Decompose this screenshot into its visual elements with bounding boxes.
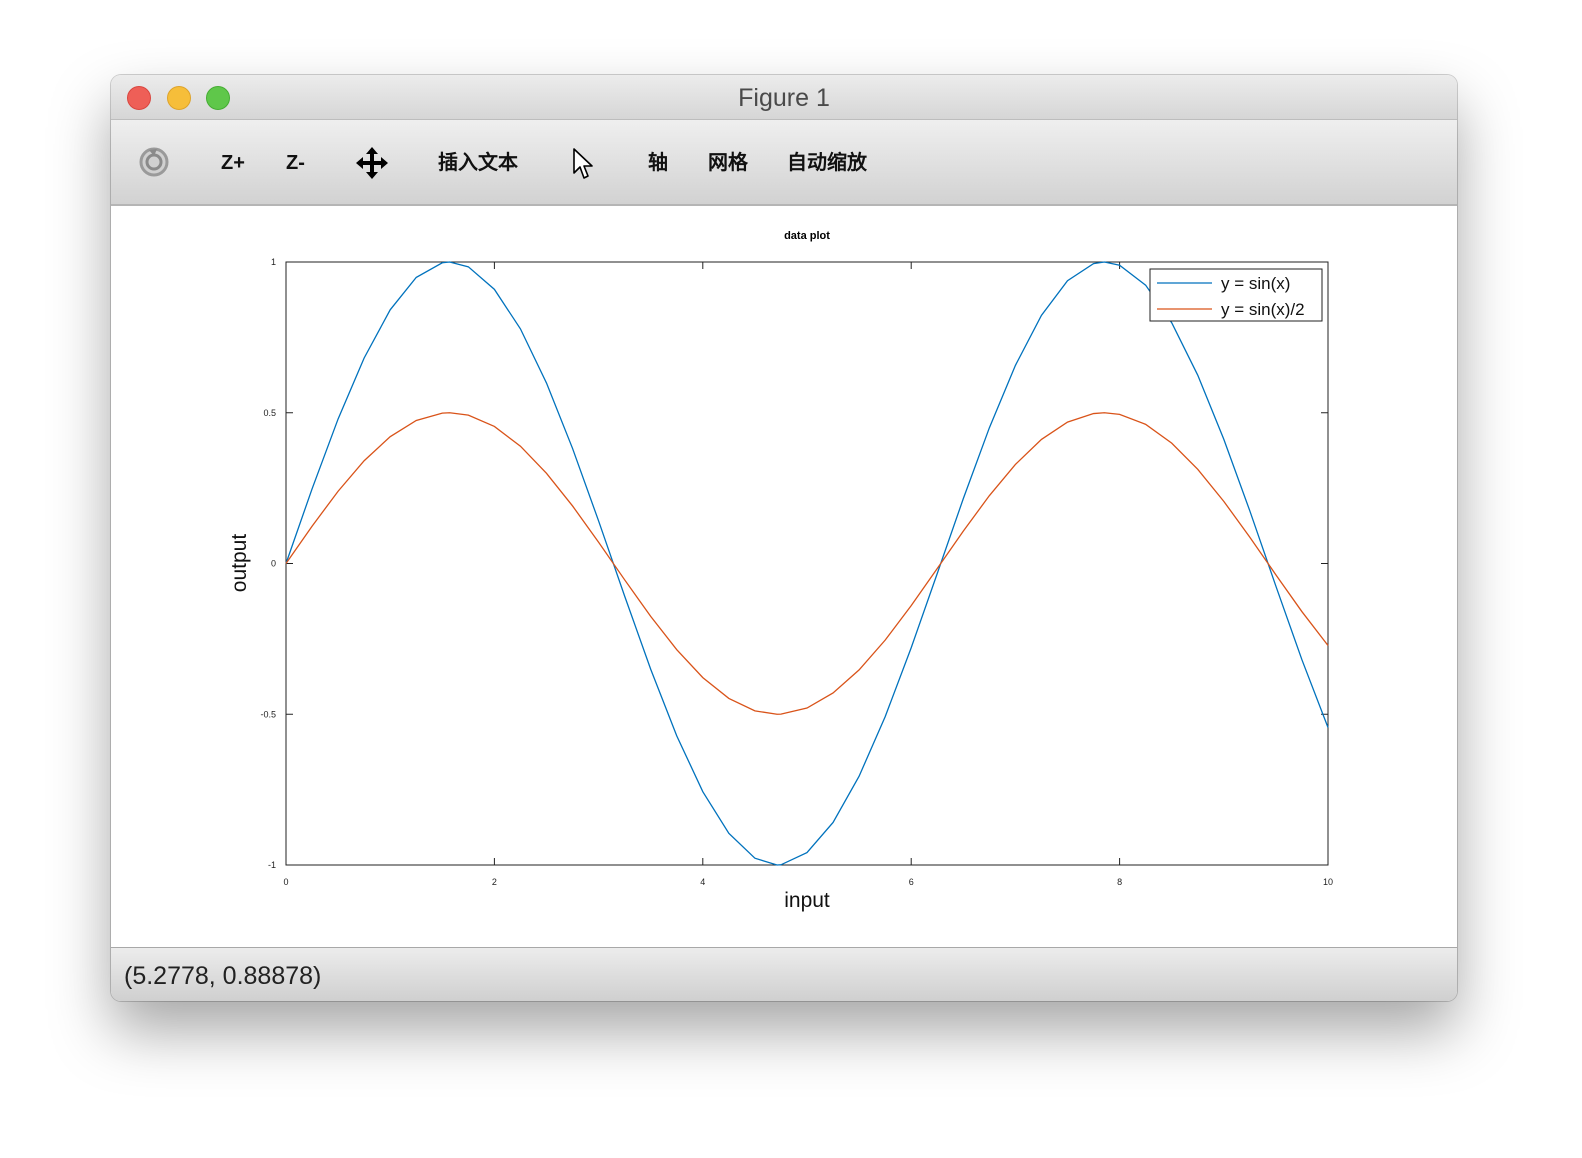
plot-area[interactable]: data plot input output 0 2 4 6 8 10 -1 -0.5 0 0.5…	[111, 206, 1457, 947]
window-title: Figure 1	[738, 84, 830, 112]
toolbar: Z+ Z- 插入文本 轴 网格 自动缩放	[111, 120, 1457, 206]
legend-label: y = sin(x)	[1221, 274, 1290, 293]
cursor-coordinates: (5.2778, 0.88878)	[124, 962, 322, 990]
x-tick-label: 4	[700, 877, 705, 887]
chart-title: data plot	[784, 230, 830, 242]
y-tick-label: 0.5	[263, 408, 276, 418]
title-bar[interactable]: Figure 1	[111, 75, 1457, 120]
grid-button[interactable]: 网格	[708, 120, 748, 204]
y-tick-label: 0	[271, 559, 276, 569]
x-tick-label: 10	[1323, 877, 1333, 887]
y-tick-label: -0.5	[260, 709, 276, 719]
y-axis-label: output	[228, 534, 251, 593]
x-tick-label: 6	[909, 877, 914, 887]
plot-frame	[285, 261, 1329, 866]
move-arrows-icon[interactable]	[355, 146, 389, 180]
zoom-in-button[interactable]: Z+	[221, 120, 245, 204]
legend[interactable]: y = sin(x) y = sin(x)/2	[1149, 268, 1323, 322]
legend-label: y = sin(x)/2	[1221, 300, 1305, 319]
rotate-icon[interactable]	[137, 145, 171, 179]
axes: 0 2 4 6 8 10 -1 -0.5 0 0.5 1	[260, 257, 1333, 887]
x-tick-label: 2	[492, 877, 497, 887]
autoscale-button[interactable]: 自动缩放	[787, 120, 867, 204]
x-axis-label: input	[784, 889, 830, 912]
status-bar: (5.2778, 0.88878)	[111, 947, 1457, 1001]
x-tick-label: 8	[1117, 877, 1122, 887]
y-tick-label: 1	[271, 257, 276, 267]
line-chart[interactable]: data plot input output 0 2 4 6 8 10 -1 -0.5 0 0.5…	[111, 206, 1457, 947]
axis-button[interactable]: 轴	[648, 120, 668, 204]
x-tick-label: 0	[283, 877, 288, 887]
zoom-out-button[interactable]: Z-	[286, 120, 305, 204]
series-line	[285, 261, 1329, 866]
insert-text-button[interactable]: 插入文本	[438, 120, 518, 204]
figure-window: Figure 1 Z+ Z- 插入文本 轴 网格 自动缩放 data plot …	[111, 75, 1457, 1001]
series-line	[285, 412, 1329, 715]
y-tick-label: -1	[268, 860, 276, 870]
series-lines	[285, 261, 1329, 866]
cursor-arrow-icon[interactable]	[572, 147, 596, 181]
